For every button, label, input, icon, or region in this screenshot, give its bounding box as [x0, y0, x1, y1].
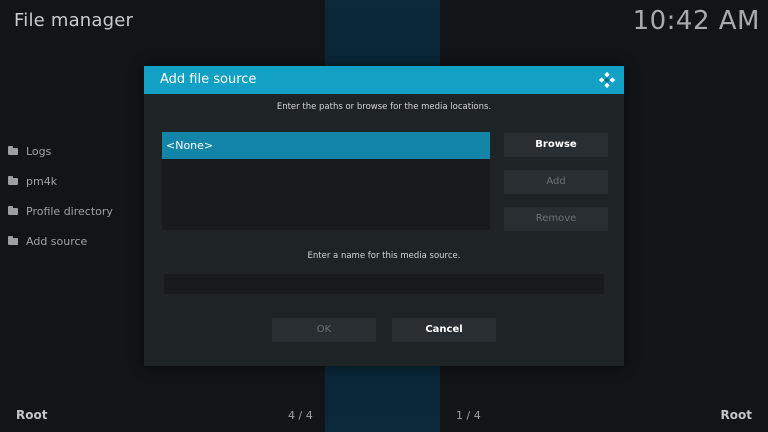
paths-instruction: Enter the paths or browse for the media …: [276, 102, 492, 112]
list-item-label: pm4k: [26, 174, 58, 188]
list-item-label: Add source: [26, 234, 88, 248]
page-title: File manager: [14, 10, 134, 31]
media-source-name-input[interactable]: [164, 274, 604, 294]
remove-button[interactable]: Remove: [504, 207, 608, 231]
left-file-list: Logs pm4k Profile directory Add source: [8, 136, 148, 256]
list-item-pm4k[interactable]: pm4k: [8, 166, 148, 196]
ok-button[interactable]: OK: [272, 318, 376, 342]
list-item-logs[interactable]: Logs: [8, 136, 148, 166]
list-item-add-source[interactable]: Add source: [8, 226, 148, 256]
folder-icon: [8, 175, 18, 185]
dialog-title: Add file source: [160, 72, 257, 87]
footer-left-path: Root: [16, 408, 48, 422]
browse-button[interactable]: Browse: [504, 133, 608, 157]
footer-right-count: 1 / 4: [456, 409, 481, 422]
list-item-profile-directory[interactable]: Profile directory: [8, 196, 148, 226]
folder-icon: [8, 145, 18, 155]
name-instruction: Enter a name for this media source.: [307, 251, 461, 261]
list-item-label: Profile directory: [26, 204, 113, 218]
path-row-selected[interactable]: <None>: [162, 132, 490, 159]
file-manager-screen: File manager 10:42 AM Logs pm4k Profile …: [0, 0, 768, 432]
media-paths-list[interactable]: <None>: [162, 132, 490, 230]
footer-bar: Root 4 / 4 1 / 4 Root: [0, 404, 768, 428]
folder-icon: [8, 205, 18, 215]
folder-icon: [8, 235, 18, 245]
cancel-button[interactable]: Cancel: [392, 318, 496, 342]
list-item-label: Logs: [26, 144, 52, 158]
clock: 10:42 AM: [632, 6, 760, 36]
add-file-source-dialog: Add file source Enter the paths or brows…: [144, 66, 624, 366]
footer-right-path: Root: [720, 408, 752, 422]
kodi-icon: [598, 71, 616, 89]
footer-left-count: 4 / 4: [288, 409, 313, 422]
add-button[interactable]: Add: [504, 170, 608, 194]
dialog-header: Add file source: [144, 66, 624, 94]
